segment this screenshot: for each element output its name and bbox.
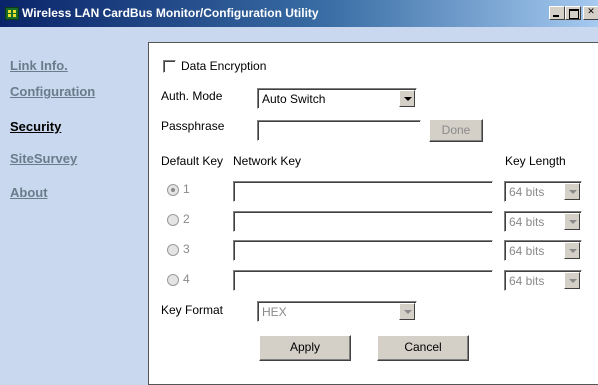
data-encryption-checkbox[interactable]: [163, 60, 176, 73]
done-button[interactable]: Done: [429, 119, 483, 142]
window-title: Wireless LAN CardBus Monitor/Configurati…: [22, 6, 319, 20]
dropdown-arrow-icon[interactable]: [564, 183, 580, 200]
nav-about[interactable]: About: [10, 185, 48, 200]
key-1-length: 64 bits: [509, 185, 545, 199]
key-1-input[interactable]: [233, 181, 493, 202]
network-key-header: Network Key: [233, 154, 302, 168]
passphrase-input[interactable]: [257, 120, 421, 141]
nav-sitesurvey[interactable]: SiteSurvey: [10, 151, 77, 166]
default-key-header: Default Key: [161, 154, 224, 168]
key-4-length-select[interactable]: 64 bits: [504, 270, 582, 291]
key-3-length: 64 bits: [509, 244, 545, 258]
auth-mode-select[interactable]: Auto Switch: [257, 88, 417, 109]
nav-configuration[interactable]: Configuration: [10, 84, 95, 99]
passphrase-label: Passphrase: [161, 119, 225, 133]
auth-mode-value: Auto Switch: [262, 92, 326, 106]
key-2-length: 64 bits: [509, 215, 545, 229]
maximize-button[interactable]: [565, 6, 581, 20]
key-format-value: HEX: [262, 305, 287, 319]
key-1-radio[interactable]: [167, 184, 179, 196]
auth-mode-label: Auth. Mode: [161, 89, 223, 103]
key-2-input[interactable]: [233, 211, 493, 232]
key-4-index: 4: [183, 272, 190, 286]
dropdown-arrow-icon[interactable]: [564, 213, 580, 230]
nav-link-info[interactable]: Link Info.: [10, 58, 68, 73]
key-1-index: 1: [183, 182, 190, 196]
key-1-length-select[interactable]: 64 bits: [504, 181, 582, 202]
dropdown-arrow-icon[interactable]: [564, 242, 580, 259]
dropdown-arrow-icon[interactable]: [399, 303, 415, 320]
key-2-radio[interactable]: [167, 214, 179, 226]
security-panel: Data Encryption Auth. Mode Auto Switch P…: [148, 42, 598, 385]
key-4-length: 64 bits: [509, 274, 545, 288]
key-4-radio[interactable]: [167, 274, 179, 286]
key-length-header: Key Length: [505, 154, 566, 168]
key-4-input[interactable]: [233, 270, 493, 291]
key-3-index: 3: [183, 242, 190, 256]
nav-security[interactable]: Security: [10, 119, 61, 134]
dropdown-arrow-icon[interactable]: [564, 272, 580, 289]
dropdown-arrow-icon[interactable]: [399, 90, 415, 107]
key-3-input[interactable]: [233, 240, 493, 261]
data-encryption-label: Data Encryption: [181, 59, 267, 73]
apply-button[interactable]: Apply: [259, 335, 351, 361]
sidebar-nav: Link Info. Configuration Security SiteSu…: [0, 27, 148, 385]
key-2-length-select[interactable]: 64 bits: [504, 211, 582, 232]
cancel-button[interactable]: Cancel: [377, 335, 469, 361]
network-card-icon: [5, 7, 19, 20]
key-format-label: Key Format: [161, 303, 224, 317]
key-3-radio[interactable]: [167, 244, 179, 256]
close-button[interactable]: ✕: [583, 6, 598, 20]
key-2-index: 2: [183, 212, 190, 226]
minimize-button[interactable]: [549, 6, 565, 20]
key-3-length-select[interactable]: 64 bits: [504, 240, 582, 261]
title-bar[interactable]: Wireless LAN CardBus Monitor/Configurati…: [0, 0, 598, 27]
key-format-select[interactable]: HEX: [257, 301, 417, 322]
app-window: Wireless LAN CardBus Monitor/Configurati…: [0, 0, 598, 385]
